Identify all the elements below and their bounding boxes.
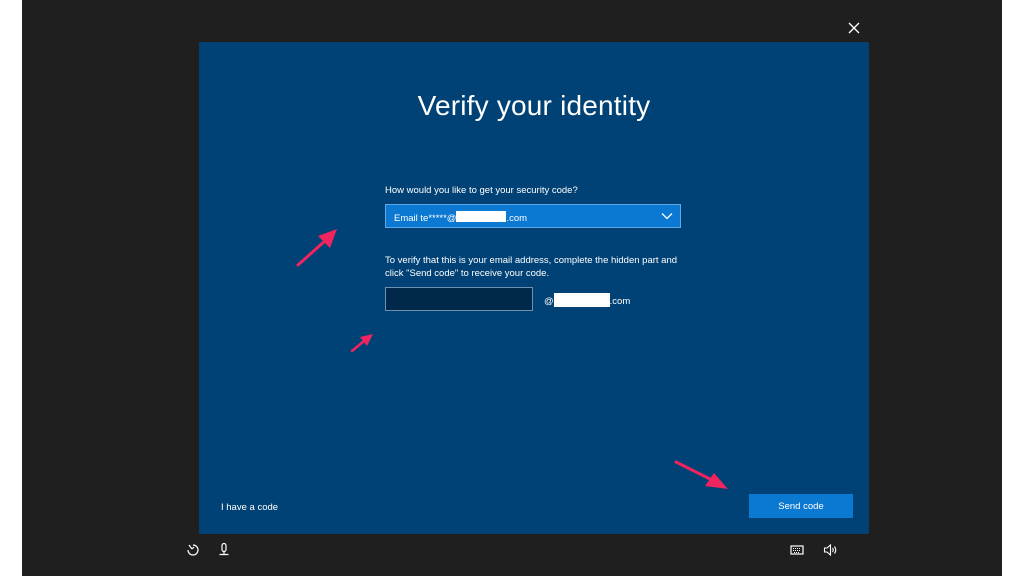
verify-instructions: To verify that this is your email addres… — [385, 255, 678, 279]
keyboard-icon — [790, 545, 804, 555]
security-code-method-dropdown[interactable]: Email te*****@ .com — [385, 204, 681, 228]
selected-method: Email te*****@ .com — [394, 211, 527, 224]
redacted-domain — [456, 211, 507, 222]
keyboard-button[interactable] — [789, 543, 805, 557]
volume-button[interactable] — [822, 542, 838, 558]
have-code-link[interactable]: I have a code — [221, 502, 278, 513]
method-prefix: Email te*****@ — [394, 213, 457, 224]
screen-frame: Verify your identity How would you like … — [22, 0, 1002, 576]
security-code-method-label: How would you like to get your security … — [385, 185, 578, 196]
method-suffix: .com — [506, 213, 528, 224]
chevron-down-icon — [661, 213, 673, 220]
microphone-icon — [219, 542, 229, 556]
domain-at: @ — [544, 296, 554, 307]
redacted-domain — [553, 293, 610, 307]
ease-of-access-button[interactable] — [185, 542, 201, 558]
microphone-button[interactable] — [216, 542, 232, 558]
close-button[interactable] — [842, 18, 866, 38]
domain-suffix: .com — [609, 296, 631, 307]
volume-icon — [823, 543, 837, 557]
send-code-button[interactable]: Send code — [749, 494, 853, 518]
close-icon — [848, 22, 860, 34]
page-title: Verify your identity — [417, 90, 651, 121]
email-domain-suffix: @ .com — [544, 293, 630, 307]
email-local-part-input[interactable] — [385, 287, 533, 311]
verify-identity-dialog: Verify your identity How would you like … — [199, 42, 869, 534]
ease-of-access-icon — [187, 544, 199, 556]
